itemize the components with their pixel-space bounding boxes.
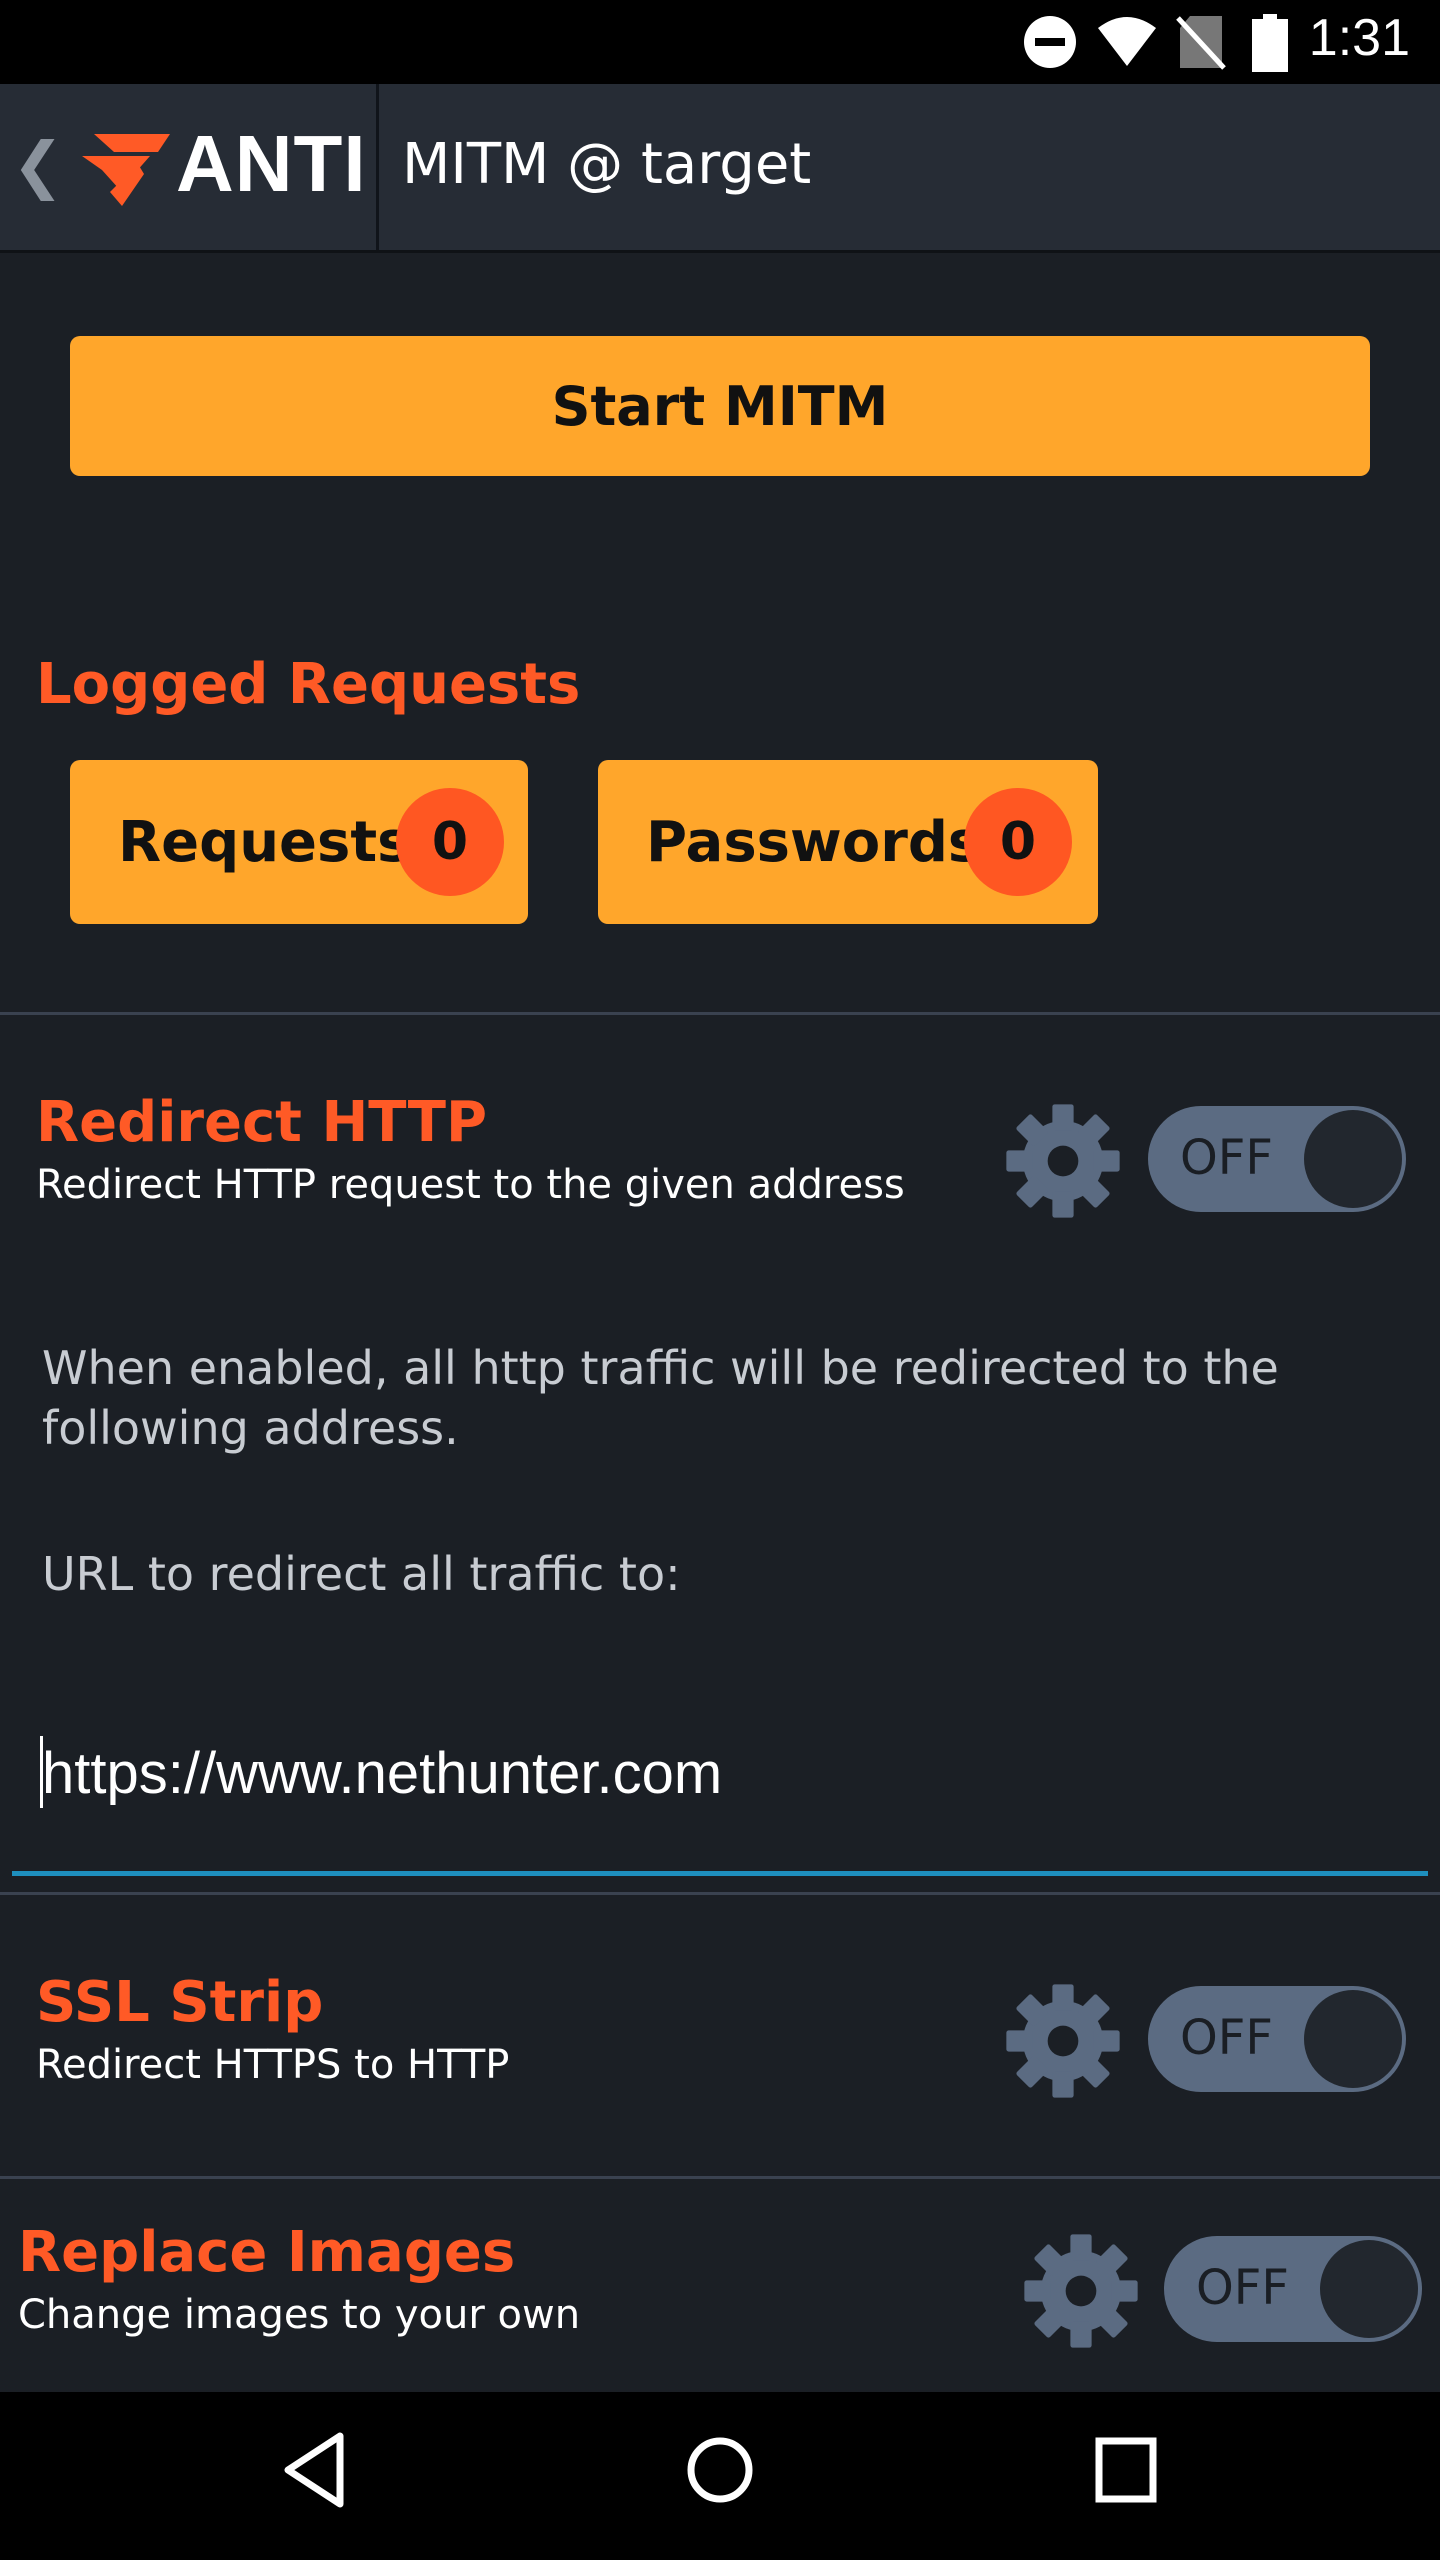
system-navigation-bar xyxy=(0,2392,1440,2560)
ssl-strip-settings-gear-icon[interactable] xyxy=(1004,1982,1122,2100)
status-bar: 1:31 xyxy=(0,0,1440,84)
requests-count-badge: 0 xyxy=(396,788,504,896)
section-divider xyxy=(0,2176,1440,2179)
logged-requests-title: Logged Requests xyxy=(36,652,581,717)
nav-back-icon[interactable] xyxy=(280,2430,348,2510)
start-mitm-button[interactable]: Start MITM xyxy=(70,336,1370,476)
passwords-label: Passwords xyxy=(646,809,982,875)
toggle-knob xyxy=(1304,1110,1402,1208)
ssl-strip-toggle-label: OFF xyxy=(1180,2010,1273,2066)
requests-label: Requests xyxy=(118,809,411,875)
start-mitm-label: Start MITM xyxy=(551,374,889,438)
ssl-strip-toggle[interactable]: OFF xyxy=(1148,1986,1406,2092)
status-time: 1:31 xyxy=(1308,9,1410,67)
replace-images-subtitle: Change images to your own xyxy=(18,2292,581,2338)
passwords-count-badge: 0 xyxy=(964,788,1072,896)
passwords-button[interactable]: Passwords 0 xyxy=(598,760,1098,924)
redirect-http-toggle[interactable]: OFF xyxy=(1148,1106,1406,1212)
redirect-http-toggle-label: OFF xyxy=(1180,1130,1273,1186)
redirect-http-description: When enabled, all http traffic will be r… xyxy=(42,1341,1279,1455)
redirect-url-input[interactable]: https://www.nethunter.com xyxy=(12,1700,1428,1876)
app-bar: ❮ ANTI MITM @ target xyxy=(0,84,1440,253)
redirect-http-settings-gear-icon[interactable] xyxy=(1004,1102,1122,1220)
replace-images-settings-gear-icon[interactable] xyxy=(1022,2232,1140,2350)
nav-home-icon[interactable] xyxy=(684,2430,756,2510)
section-divider xyxy=(0,1892,1440,1895)
requests-button[interactable]: Requests 0 xyxy=(70,760,528,924)
section-divider xyxy=(0,1012,1440,1015)
battery-icon xyxy=(1252,14,1288,72)
wifi-icon xyxy=(1098,17,1156,66)
app-bar-divider xyxy=(376,84,379,250)
back-chevron-icon[interactable]: ❮ xyxy=(12,128,64,201)
redirect-url-value: https://www.nethunter.com xyxy=(42,1741,723,1806)
toggle-knob xyxy=(1304,1990,1402,2088)
ssl-strip-title: SSL Strip xyxy=(36,1970,324,2035)
zanti-logo-icon xyxy=(82,134,170,206)
redirect-http-title: Redirect HTTP xyxy=(36,1090,488,1155)
replace-images-title: Replace Images xyxy=(18,2220,516,2285)
replace-images-toggle-label: OFF xyxy=(1196,2260,1289,2316)
page-title: MITM @ target xyxy=(402,132,812,197)
ssl-strip-subtitle: Redirect HTTPS to HTTP xyxy=(36,2042,510,2088)
replace-images-toggle[interactable]: OFF xyxy=(1164,2236,1422,2342)
redirect-http-subtitle: Redirect HTTP request to the given addre… xyxy=(36,1162,905,1208)
toggle-knob xyxy=(1320,2240,1418,2338)
redirect-url-label: URL to redirect all traffic to: xyxy=(42,1547,681,1601)
nav-recents-icon[interactable] xyxy=(1094,2430,1158,2510)
no-sim-icon xyxy=(1176,16,1226,70)
app-logo-text: ANTI xyxy=(176,119,367,208)
do-not-disturb-icon xyxy=(1024,16,1076,68)
